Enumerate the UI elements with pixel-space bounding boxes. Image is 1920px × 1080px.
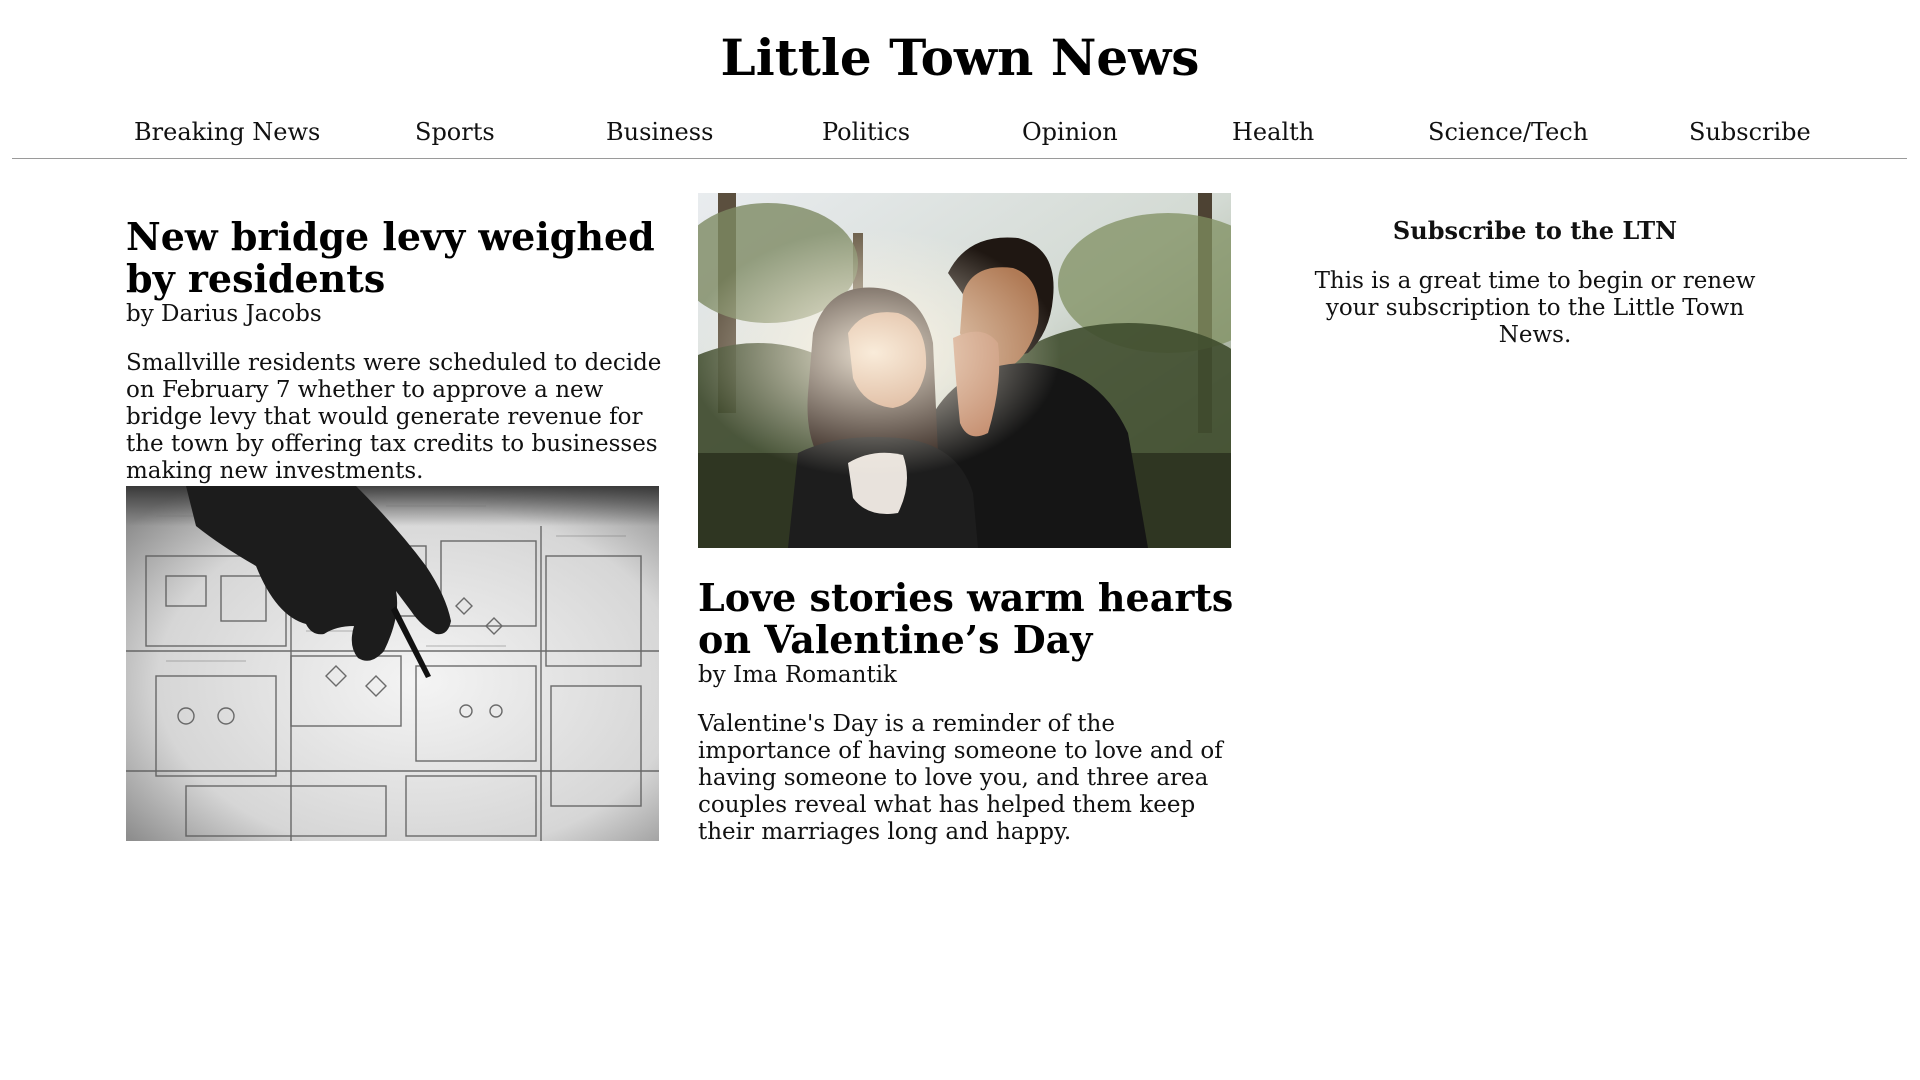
article-headline[interactable]: New bridge levy weighed by residents (126, 216, 666, 300)
nav-item-science-tech[interactable]: Science/Tech (1428, 118, 1588, 146)
nav-item-health[interactable]: Health (1232, 118, 1314, 146)
blueprint-photo[interactable] (126, 486, 659, 841)
subscribe-sidebar-title: Subscribe to the LTN (1392, 216, 1678, 245)
article-headline[interactable]: Love stories warm hearts on Valentine’s … (698, 577, 1238, 661)
couple-photo[interactable] (698, 193, 1231, 548)
article-byline: by Ima Romantik (698, 662, 897, 688)
nav-item-opinion[interactable]: Opinion (1022, 118, 1118, 146)
article-bridge-levy: New bridge levy weighed by residents by … (126, 216, 666, 485)
nav-item-subscribe[interactable]: Subscribe (1689, 118, 1811, 146)
article-valentines-day: Love stories warm hearts on Valentine’s … (698, 577, 1238, 846)
main-nav: Breaking News Sports Business Politics O… (12, 112, 1907, 159)
article-byline: by Darius Jacobs (126, 301, 322, 327)
nav-item-sports[interactable]: Sports (415, 118, 495, 146)
subscribe-sidebar-text: This is a great time to begin or renew y… (1314, 268, 1756, 348)
article-summary: Smallville residents were scheduled to d… (126, 350, 662, 484)
nav-item-politics[interactable]: Politics (822, 118, 910, 146)
nav-item-business[interactable]: Business (606, 118, 713, 146)
article-summary: Valentine's Day is a reminder of the imp… (698, 711, 1223, 845)
site-title: Little Town News (720, 28, 1200, 87)
nav-item-breaking-news[interactable]: Breaking News (134, 118, 320, 146)
